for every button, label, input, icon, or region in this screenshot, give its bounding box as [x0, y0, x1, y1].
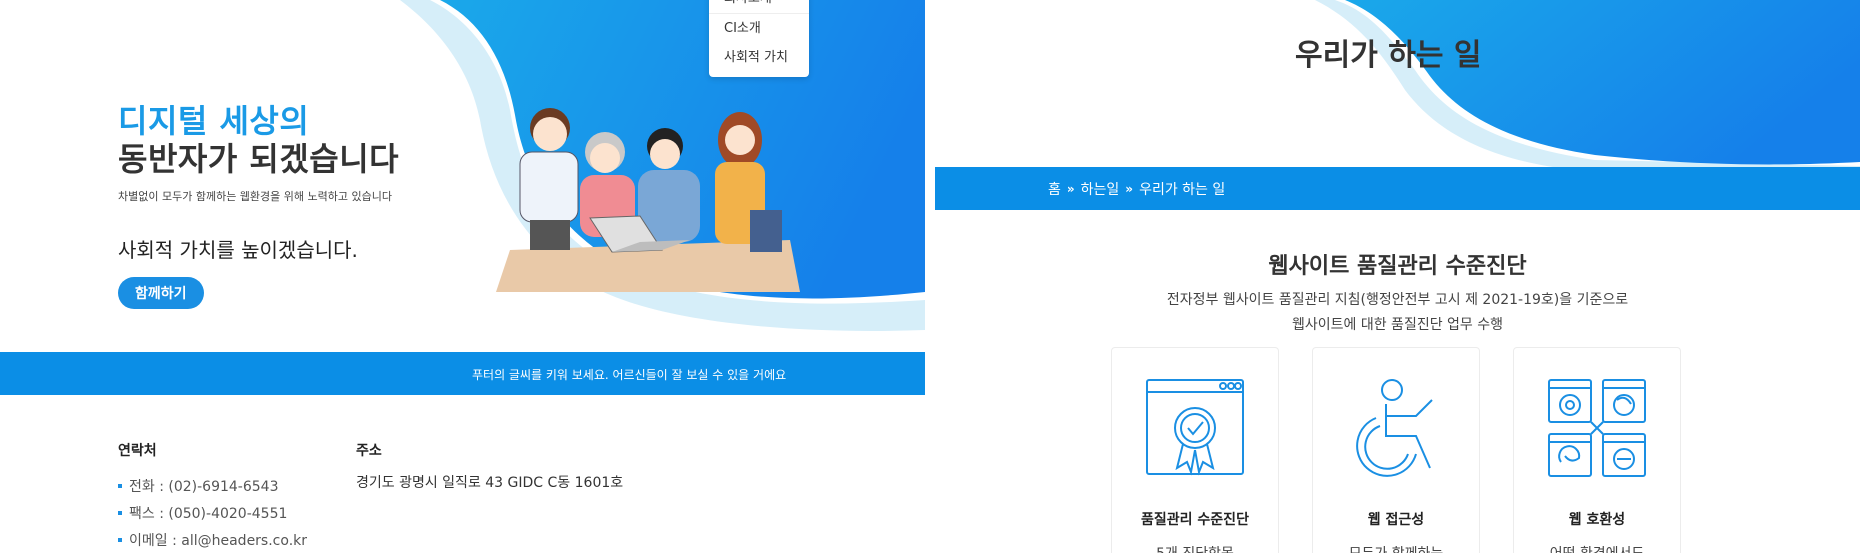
- address-label: 주소: [356, 443, 382, 459]
- hero-value-statement: 사회적 가치를 높이겠습니다.: [118, 238, 358, 262]
- page-header-wave: [1315, 0, 1860, 170]
- sub-page-panel: 우리가 하는 일 홈 » 하는일 » 우리가 하는 일 웹사이트 품질관리 수준…: [935, 0, 1860, 553]
- service-card-quality[interactable]: 품질관리 수준진단 5개 진단항목: [1111, 347, 1279, 553]
- double-chevron-right-icon: »: [1125, 181, 1134, 196]
- bullet-icon: [118, 537, 122, 542]
- service-cards: 품질관리 수준진단 5개 진단항목 웹 접근성 모두가 함께하는: [1111, 347, 1681, 553]
- section-description-line1: 전자정부 웹사이트 품질관리 지침(행정안전부 고시 제 2021-19호)을 …: [1166, 292, 1629, 308]
- service-card-subtitle: 어떤 환경에서도: [1514, 543, 1680, 553]
- address-text: 경기도 광명시 일직로 43 GIDC C동 1601호: [356, 475, 624, 491]
- people-with-laptop-illustration: [496, 108, 800, 292]
- service-card-subtitle: 모두가 함께하는: [1313, 543, 1479, 553]
- breadcrumb-current[interactable]: 우리가 하는 일: [1139, 179, 1225, 199]
- contact-email: 이메일 : all@headers.co.kr: [118, 526, 307, 553]
- join-button[interactable]: 함께하기: [118, 277, 204, 309]
- double-chevron-right-icon: »: [1066, 181, 1075, 196]
- notice-bar: 푸터의 글씨를 키워 보세요. 어르신들이 잘 보실 수 있을 거에요: [0, 352, 925, 395]
- service-card-title: 웹 호환성: [1568, 512, 1626, 528]
- wheelchair-icon: [1356, 379, 1433, 477]
- bullet-icon: [118, 483, 122, 488]
- hero-subtitle: 차별없이 모두가 함께하는 웹환경을 위해 노력하고 있습니다: [118, 190, 392, 203]
- certificate-icon: [1146, 379, 1244, 476]
- contact-phone-text: 전화 : (02)-6914-6543: [129, 478, 279, 495]
- contact-section: 연락처 전화 : (02)-6914-6543 팩스 : (050)-4020-…: [118, 440, 307, 553]
- contact-email-text[interactable]: 이메일 : all@headers.co.kr: [129, 530, 307, 550]
- submenu-dropdown: 회사소개 CI소개 사회적 가치: [709, 0, 809, 77]
- breadcrumb: 홈 » 하는일 » 우리가 하는 일: [935, 167, 1860, 210]
- service-card-subtitle: 5개 진단항목: [1112, 543, 1278, 553]
- bullet-icon: [118, 510, 122, 515]
- breadcrumb-what-we-do[interactable]: 하는일: [1081, 179, 1120, 199]
- service-card-title: 품질관리 수준진단: [1141, 512, 1249, 528]
- main-page-panel: 회사소개 CI소개 사회적 가치 디지털 세상의 동반자가 되겠습니다 차별없이…: [0, 0, 925, 553]
- page-title: 우리가 하는 일: [1295, 38, 1482, 73]
- service-card-title: 웹 접근성: [1367, 512, 1425, 528]
- hero-title-line1: 디지털 세상의: [118, 102, 310, 140]
- contact-phone: 전화 : (02)-6914-6543: [118, 472, 307, 499]
- submenu-item-social-value[interactable]: 사회적 가치: [709, 43, 809, 72]
- contact-fax-text: 팩스 : (050)-4020-4551: [129, 505, 288, 522]
- service-card-accessibility[interactable]: 웹 접근성 모두가 함께하는: [1312, 347, 1480, 553]
- address-section: 주소 경기도 광명시 일직로 43 GIDC C동 1601호: [356, 440, 623, 492]
- notice-text: 푸터의 글씨를 키워 보세요. 어르신들이 잘 보실 수 있을 거에요: [472, 368, 787, 382]
- service-card-compatibility[interactable]: 웹 호환성 어떤 환경에서도: [1513, 347, 1681, 553]
- hero-title-line2: 동반자가 되겠습니다: [118, 140, 400, 178]
- breadcrumb-home[interactable]: 홈: [1048, 179, 1061, 199]
- contact-label: 연락처: [118, 443, 157, 459]
- browsers-icon: [1548, 379, 1646, 477]
- hero-text-block: 디지털 세상의 동반자가 되겠습니다 차별없이 모두가 함께하는 웹환경을 위해…: [118, 102, 399, 309]
- section-description: 전자정부 웹사이트 품질관리 지침(행정안전부 고시 제 2021-19호)을 …: [935, 288, 1860, 338]
- section-description-line2: 웹사이트에 대한 품질진단 업무 수행: [1292, 317, 1503, 333]
- submenu-item-company[interactable]: 회사소개: [709, 0, 809, 14]
- section-title: 웹사이트 품질관리 수준진단: [1268, 254, 1527, 279]
- contact-fax: 팩스 : (050)-4020-4551: [118, 499, 307, 526]
- submenu-item-ci[interactable]: CI소개: [709, 14, 809, 43]
